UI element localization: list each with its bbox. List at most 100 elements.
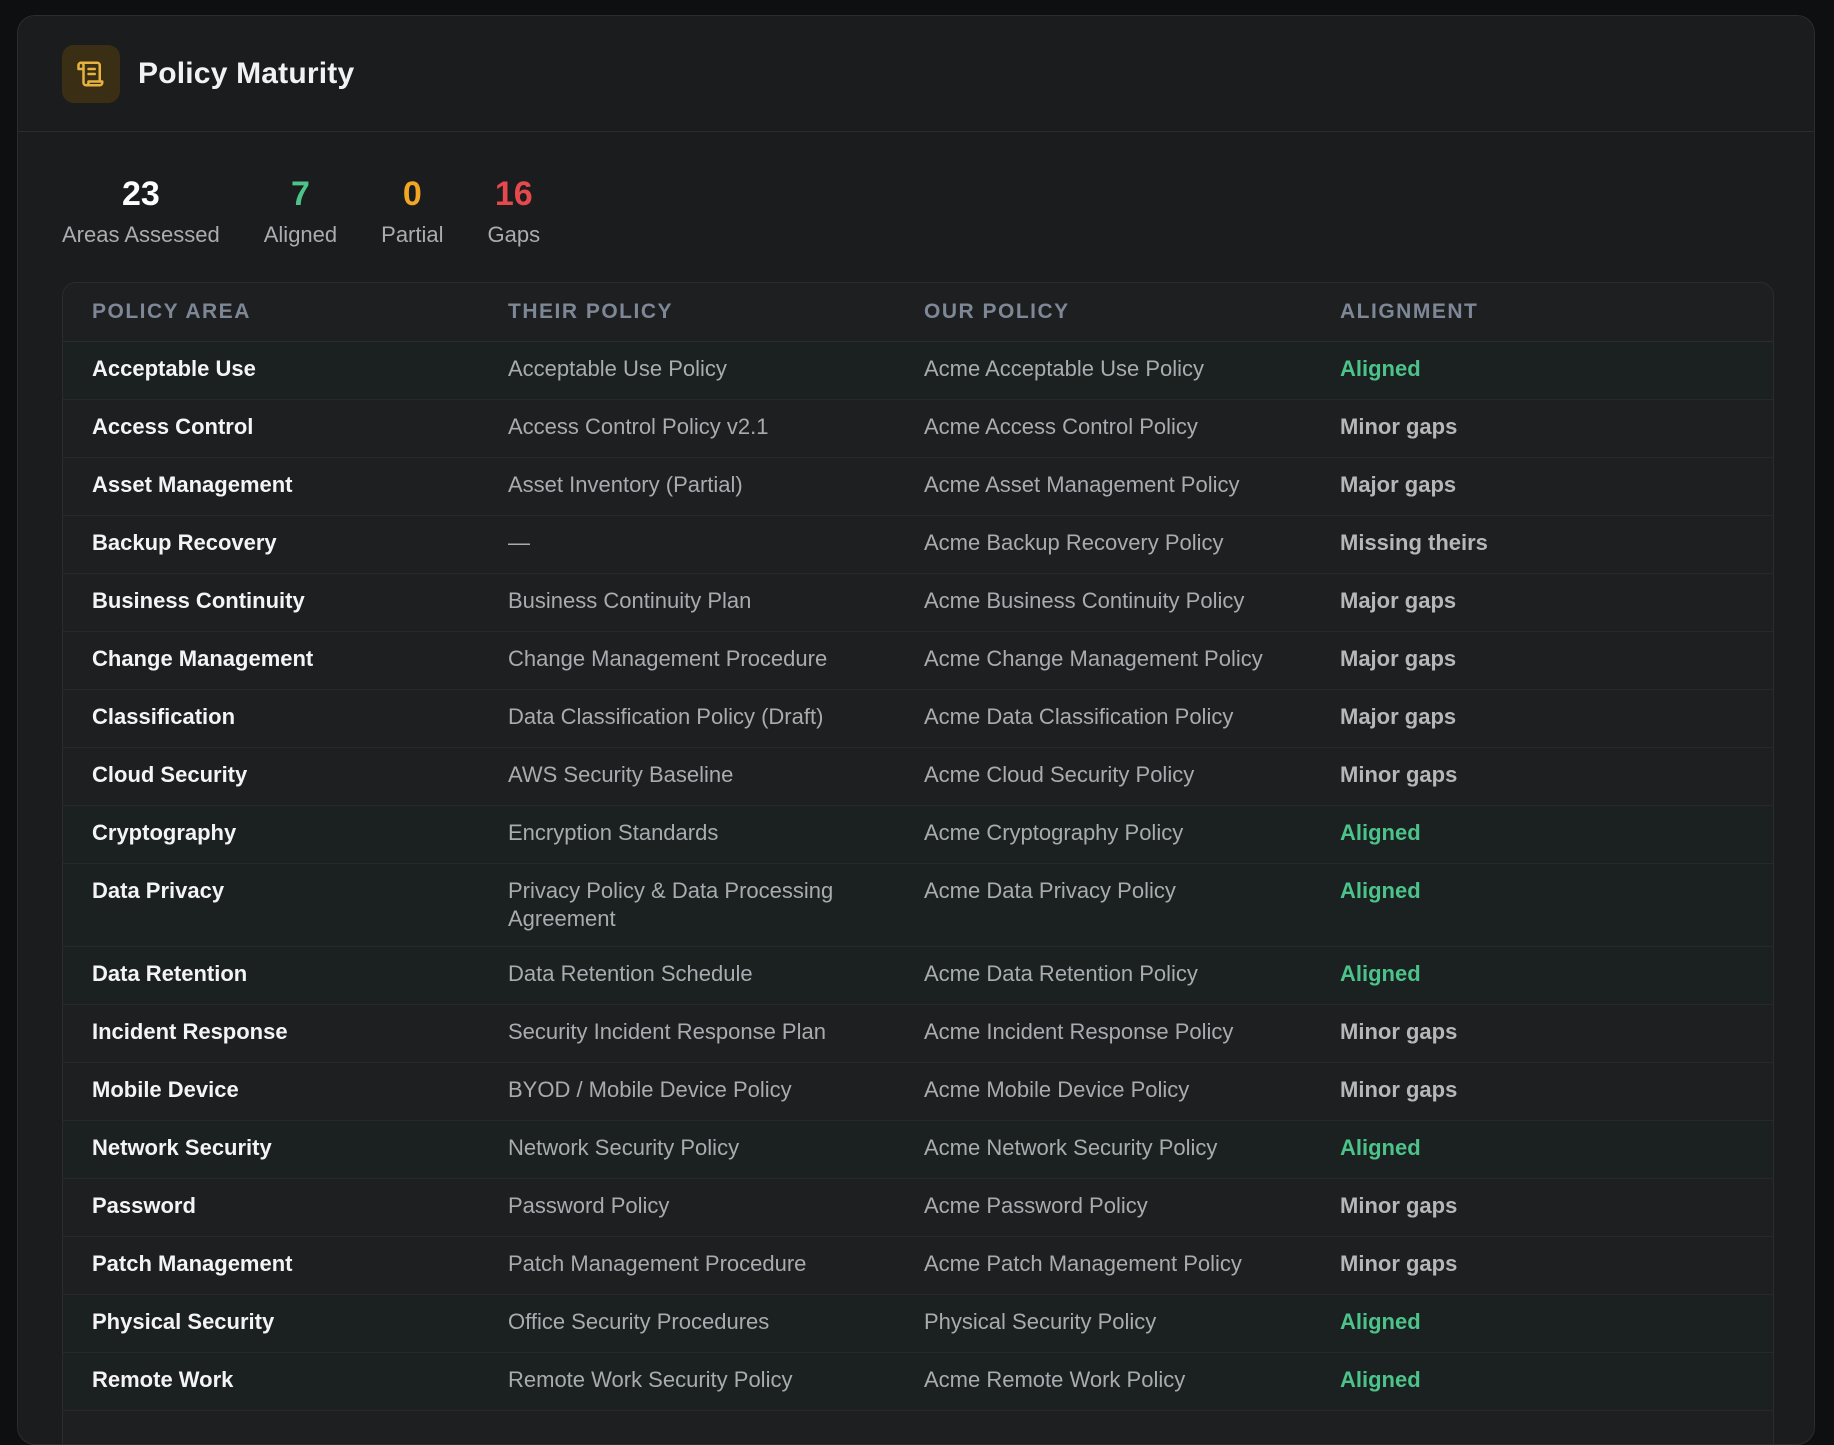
cell-policy-area: Access Control: [63, 399, 479, 458]
cell-alignment: Aligned: [1311, 1352, 1773, 1411]
cell-policy-area: Business Continuity: [63, 573, 479, 632]
cell-policy-area: Password: [63, 1178, 479, 1237]
cell-policy-area: Asset Management: [63, 457, 479, 516]
cell-policy-area: Mobile Device: [63, 1062, 479, 1121]
cell-alignment: Aligned: [1311, 1120, 1773, 1179]
policy-table: POLICY AREA THEIR POLICY OUR POLICY ALIG…: [63, 283, 1773, 1411]
table-row[interactable]: Remote Work Remote Work Security Policy Ac…: [63, 1352, 1773, 1411]
policy-table-container: POLICY AREA THEIR POLICY OUR POLICY ALIG…: [62, 282, 1774, 1444]
cell-alignment: Major gaps: [1311, 689, 1773, 748]
table-row[interactable]: Cryptography Encryption Standards Acme Cry…: [63, 805, 1773, 864]
table-row[interactable]: Incident Response Security Incident Respo…: [63, 1004, 1773, 1063]
table-header-row: POLICY AREA THEIR POLICY OUR POLICY ALIG…: [63, 283, 1773, 342]
table-row[interactable]: Cloud Security AWS Security Baseline Acme …: [63, 747, 1773, 806]
table-row[interactable]: Backup Recovery — Acme Backup Recovery Pol…: [63, 515, 1773, 574]
cell-alignment: Minor gaps: [1311, 747, 1773, 806]
cell-their-policy: Asset Inventory (Partial): [479, 457, 895, 516]
cell-our-policy: Acme Mobile Device Policy: [895, 1062, 1311, 1121]
cell-policy-area: Cloud Security: [63, 747, 479, 806]
cell-our-policy: Acme Network Security Policy: [895, 1120, 1311, 1179]
cell-their-policy: AWS Security Baseline: [479, 747, 895, 806]
cell-our-policy: Acme Data Retention Policy: [895, 946, 1311, 1005]
table-row[interactable]: Mobile Device BYOD / Mobile Device Policy…: [63, 1062, 1773, 1121]
cell-their-policy: Privacy Policy & Data Processing Agreeme…: [479, 863, 895, 947]
cell-policy-area: Classification: [63, 689, 479, 748]
table-row[interactable]: Acceptable Use Acceptable Use Policy Acme …: [63, 341, 1773, 400]
cell-our-policy: Acme Change Management Policy: [895, 631, 1311, 690]
cell-our-policy: Physical Security Policy: [895, 1294, 1311, 1353]
table-row[interactable]: Change Management Change Management Proce…: [63, 631, 1773, 690]
cell-their-policy: Data Classification Policy (Draft): [479, 689, 895, 748]
column-header-policy-area[interactable]: POLICY AREA: [63, 283, 479, 342]
cell-alignment: Missing theirs: [1311, 515, 1773, 574]
stat-areas-assessed: 23 Areas Assessed: [62, 174, 220, 282]
cell-policy-area: Backup Recovery: [63, 515, 479, 574]
stats-summary: 23 Areas Assessed 7 Aligned 0 Partial 16 Gaps: [18, 132, 1814, 282]
column-header-our-policy[interactable]: OUR POLICY: [895, 283, 1311, 342]
table-row[interactable]: Network Security Network Security Policy A…: [63, 1120, 1773, 1179]
table-row[interactable]: Access Control Access Control Policy v2.1…: [63, 399, 1773, 458]
stat-label: Gaps: [487, 222, 541, 247]
cell-their-policy: Network Security Policy: [479, 1120, 895, 1179]
cell-policy-area: Data Privacy: [63, 863, 479, 947]
cell-policy-area: Physical Security: [63, 1294, 479, 1353]
table-row[interactable]: Data Retention Data Retention Schedule Acm…: [63, 946, 1773, 1005]
table-row[interactable]: Classification Data Classification Policy…: [63, 689, 1773, 748]
cell-alignment: Aligned: [1311, 341, 1773, 400]
stat-label: Areas Assessed: [62, 222, 220, 247]
card-header: Policy Maturity: [18, 16, 1814, 132]
table-row[interactable]: Data Privacy Privacy Policy & Data Proces…: [63, 863, 1773, 947]
cell-our-policy: Acme Acceptable Use Policy: [895, 341, 1311, 400]
cell-alignment: Aligned: [1311, 863, 1773, 947]
stat-label: Partial: [381, 222, 444, 247]
cell-alignment: Major gaps: [1311, 631, 1773, 690]
cell-our-policy: Acme Incident Response Policy: [895, 1004, 1311, 1063]
cell-our-policy: Acme Data Classification Policy: [895, 689, 1311, 748]
stat-label: Aligned: [263, 222, 338, 247]
cell-their-policy: Business Continuity Plan: [479, 573, 895, 632]
cell-policy-area: Cryptography: [63, 805, 479, 864]
stat-gaps: 16 Gaps: [488, 174, 541, 282]
cell-their-policy: Change Management Procedure: [479, 631, 895, 690]
cell-policy-area: Remote Work: [63, 1352, 479, 1411]
table-row[interactable]: Password Password Policy Acme Password Pol…: [63, 1178, 1773, 1237]
cell-our-policy: Acme Password Policy: [895, 1178, 1311, 1237]
stat-value: 16: [494, 175, 533, 213]
cell-alignment: Aligned: [1311, 1294, 1773, 1353]
cell-policy-area: Data Retention: [63, 946, 479, 1005]
cell-their-policy: Remote Work Security Policy: [479, 1352, 895, 1411]
cell-our-policy: Acme Access Control Policy: [895, 399, 1311, 458]
cell-policy-area: Incident Response: [63, 1004, 479, 1063]
cell-their-policy: Office Security Procedures: [479, 1294, 895, 1353]
table-row[interactable]: Physical Security Office Security Procedu…: [63, 1294, 1773, 1353]
cell-their-policy: —: [479, 515, 895, 574]
cell-alignment: Major gaps: [1311, 573, 1773, 632]
cell-alignment: Aligned: [1311, 805, 1773, 864]
cell-their-policy: BYOD / Mobile Device Policy: [479, 1062, 895, 1121]
cell-our-policy: Acme Remote Work Policy: [895, 1352, 1311, 1411]
table-row[interactable]: Asset Management Asset Inventory (Partial…: [63, 457, 1773, 516]
stat-value: 23: [121, 175, 160, 213]
cell-alignment: Aligned: [1311, 946, 1773, 1005]
cell-their-policy: Security Incident Response Plan: [479, 1004, 895, 1063]
table-row[interactable]: Patch Management Patch Management Procedu…: [63, 1236, 1773, 1295]
cell-alignment: Major gaps: [1311, 457, 1773, 516]
stat-value: 0: [402, 175, 422, 213]
column-header-alignment[interactable]: ALIGNMENT: [1311, 283, 1773, 342]
cell-policy-area: Acceptable Use: [63, 341, 479, 400]
cell-our-policy: Acme Asset Management Policy: [895, 457, 1311, 516]
cell-policy-area: Network Security: [63, 1120, 479, 1179]
cell-their-policy: Access Control Policy v2.1: [479, 399, 895, 458]
column-header-their-policy[interactable]: THEIR POLICY: [479, 283, 895, 342]
cell-our-policy: Acme Patch Management Policy: [895, 1236, 1311, 1295]
stat-partial: 0 Partial: [381, 174, 443, 282]
stat-value: 7: [290, 175, 310, 213]
table-row[interactable]: Business Continuity Business Continuity P…: [63, 573, 1773, 632]
cell-our-policy: Acme Cryptography Policy: [895, 805, 1311, 864]
cell-alignment: Minor gaps: [1311, 1062, 1773, 1121]
cell-our-policy: Acme Business Continuity Policy: [895, 573, 1311, 632]
cell-policy-area: Change Management: [63, 631, 479, 690]
cell-our-policy: Acme Data Privacy Policy: [895, 863, 1311, 947]
cell-their-policy: Encryption Standards: [479, 805, 895, 864]
cell-alignment: Minor gaps: [1311, 1004, 1773, 1063]
